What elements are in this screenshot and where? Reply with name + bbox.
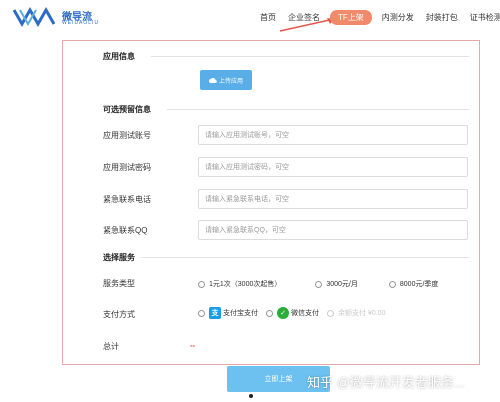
- upload-app-button[interactable]: 上传应用: [200, 70, 252, 90]
- nav-enterprise-sign[interactable]: 企业签名: [282, 12, 326, 23]
- nav-beta-distribution[interactable]: 内测分发: [376, 12, 420, 23]
- test-account-input[interactable]: 请输入应用测试账号，可空: [198, 125, 468, 145]
- service-option-label: 3000元/月: [326, 281, 358, 288]
- test-password-input[interactable]: 请输入应用测试密码，可空: [198, 157, 468, 177]
- service-option-quarterly[interactable]: 8000元/季度: [388, 279, 439, 289]
- wechat-pay-label: 微信支付: [291, 310, 319, 317]
- service-option-label: 8000元/季度: [399, 281, 439, 288]
- emergency-phone-label: 紧急联系电话: [103, 195, 151, 204]
- radio-circle-icon: [315, 280, 323, 288]
- test-account-label: 应用测试账号: [103, 131, 151, 140]
- top-header: 微导流 WEIDAOLIU 首页 企业签名 TF上架 内测分发 封装打包 证书检…: [0, 0, 500, 32]
- service-type-options: 1元1次（3000次起售） 3000元/月 8000元/季度: [198, 279, 438, 289]
- section-divider: [141, 257, 469, 258]
- service-option-monthly[interactable]: 3000元/月: [315, 279, 358, 289]
- section-title-select-service: 选择服务: [103, 253, 135, 262]
- service-option-label: 1元1次（3000次起售）: [209, 281, 282, 288]
- emergency-phone-input[interactable]: 请输入紧急联系电话，可空: [198, 189, 468, 209]
- emergency-qq-label: 紧急联系QQ: [103, 226, 148, 235]
- balance-pay-label: 余额支付 ¥0.00: [338, 310, 386, 317]
- payment-method-label: 支付方式: [103, 310, 135, 319]
- listing-form-card: 应用信息 上传应用 可选预留信息 应用测试账号 请输入应用测试账号，可空 应用测…: [62, 40, 480, 365]
- nav-packaging[interactable]: 封装打包: [420, 12, 464, 23]
- alipay-label: 支付宝支付: [223, 310, 258, 317]
- radio-circle-icon: [327, 309, 334, 317]
- total-label: 总计: [103, 342, 119, 351]
- alipay-icon: 支: [209, 307, 221, 319]
- cloud-upload-icon: [208, 77, 217, 83]
- payment-option-balance[interactable]: 余额支付 ¥0.00: [327, 308, 385, 318]
- nav-cert-check[interactable]: 证书检测: [464, 12, 500, 23]
- section-divider: [151, 56, 469, 57]
- cursor-dot: [249, 394, 253, 398]
- watermark-text: 知乎 @微导流开发者服务...: [307, 375, 465, 390]
- service-type-label: 服务类型: [103, 279, 135, 288]
- radio-circle-icon: [266, 309, 273, 317]
- radio-circle-icon: [388, 280, 396, 288]
- section-divider: [167, 109, 469, 110]
- section-title-app-info: 应用信息: [103, 52, 135, 61]
- radio-circle-icon: [198, 280, 205, 288]
- service-option-per-use[interactable]: 1元1次（3000次起售）: [198, 279, 281, 289]
- wechat-pay-icon: ✓: [277, 307, 289, 319]
- nav-tf-listing[interactable]: TF上架: [330, 9, 372, 25]
- main-nav: 首页 企业签名 TF上架 内测分发 封装打包 证书检测: [254, 9, 500, 25]
- radio-circle-icon: [198, 309, 205, 317]
- test-password-label: 应用测试密码: [103, 163, 151, 172]
- payment-options: 支 支付宝支付 ✓ 微信支付 余额支付 ¥0.00: [198, 307, 385, 319]
- payment-option-alipay[interactable]: 支 支付宝支付: [198, 307, 258, 319]
- payment-option-wechat[interactable]: ✓ 微信支付: [266, 307, 319, 319]
- total-value: --: [190, 341, 196, 350]
- section-title-optional-info: 可选预留信息: [103, 105, 151, 114]
- emergency-qq-input[interactable]: 请输入紧急联系QQ，可空: [198, 220, 468, 240]
- upload-app-label: 上传应用: [218, 78, 243, 85]
- nav-home[interactable]: 首页: [254, 12, 282, 23]
